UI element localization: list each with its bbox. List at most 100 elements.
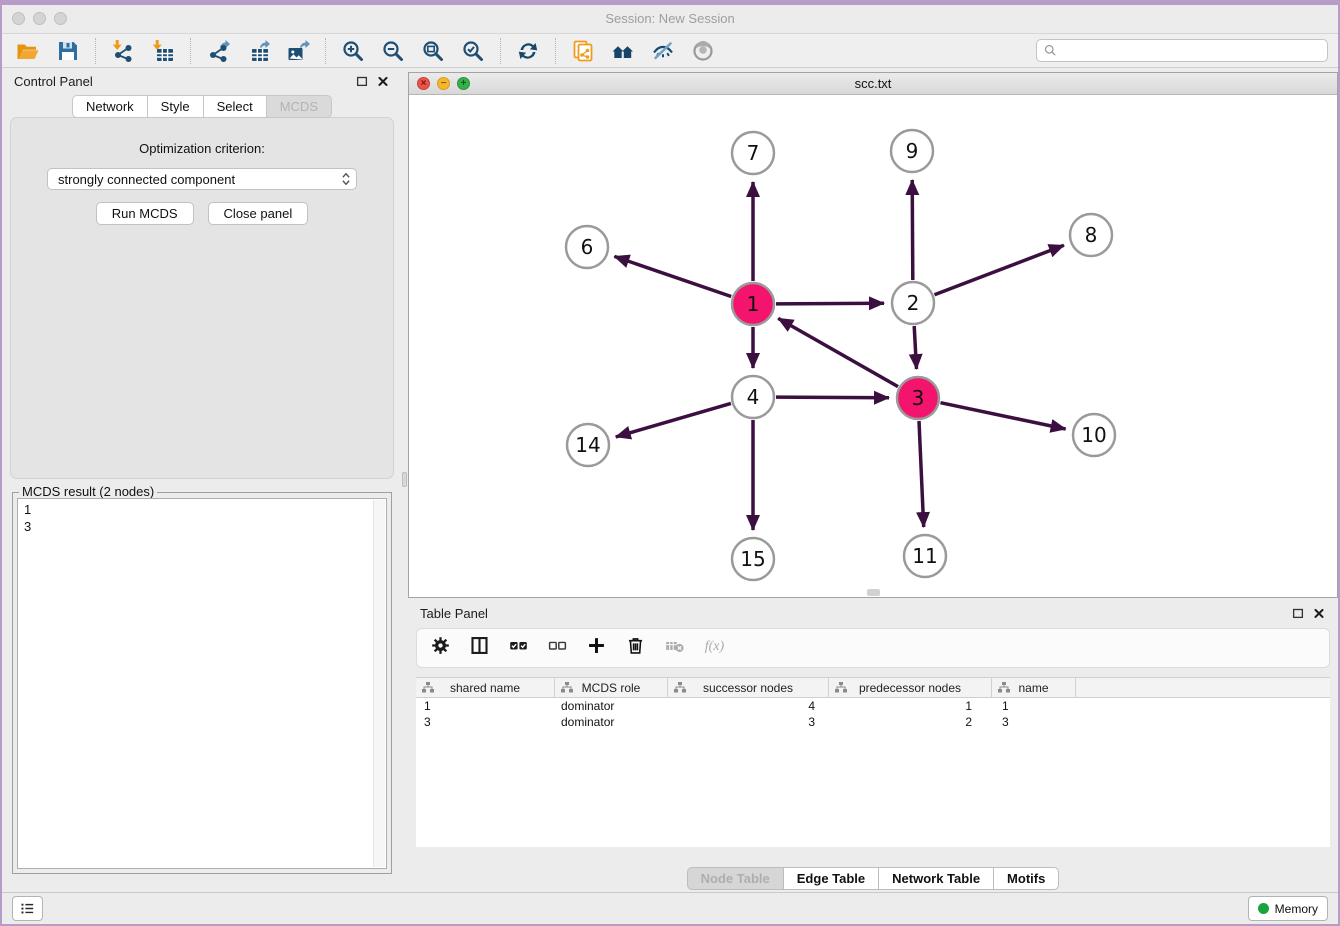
column-header-predecessor-nodes[interactable]: predecessor nodes: [829, 678, 992, 697]
node-1[interactable]: 1: [732, 283, 774, 325]
edge-2-9[interactable]: [912, 180, 913, 280]
eye-button[interactable]: [683, 36, 723, 66]
tab-edge-table[interactable]: Edge Table: [783, 867, 879, 890]
node-14[interactable]: 14: [567, 424, 609, 466]
node-4[interactable]: 4: [732, 376, 774, 418]
import-table-button[interactable]: [143, 36, 183, 66]
node-2[interactable]: 2: [892, 282, 934, 324]
column-header-successor-nodes[interactable]: successor nodes: [668, 678, 829, 697]
float-table-panel-icon[interactable]: [1290, 606, 1305, 621]
column-header-mcds-role[interactable]: MCDS role: [555, 678, 668, 697]
copy-network-button[interactable]: [563, 36, 603, 66]
zoom-in-button[interactable]: [333, 36, 373, 66]
edge-2-8[interactable]: [935, 245, 1064, 294]
edge-3-10[interactable]: [941, 403, 1066, 429]
add-plus-button[interactable]: [585, 637, 607, 659]
zoom-out-button[interactable]: [373, 36, 413, 66]
export-image-icon: [286, 39, 310, 63]
node-9[interactable]: 9: [891, 130, 933, 172]
deselect-all-checkboxes-button[interactable]: [546, 637, 568, 659]
node-3[interactable]: 3: [897, 377, 939, 419]
svg-text:3: 3: [912, 386, 925, 410]
network-canvas[interactable]: 1 2 3 4 6 7 8 9 10 11 14 15: [409, 95, 1337, 597]
close-panel-button[interactable]: Close panel: [208, 202, 309, 225]
table-row[interactable]: 3dominator323: [416, 714, 1330, 730]
close-table-panel-icon[interactable]: [1311, 606, 1326, 621]
search-input[interactable]: [1036, 39, 1328, 62]
open-folder-button[interactable]: [8, 36, 48, 66]
svg-text:6: 6: [581, 235, 594, 259]
tab-motifs[interactable]: Motifs: [993, 867, 1059, 890]
zoom-fit-button[interactable]: [413, 36, 453, 66]
column-tree-icon: [998, 682, 1010, 693]
column-tree-icon: [422, 682, 434, 693]
edge-1-6[interactable]: [614, 256, 731, 296]
memory-button[interactable]: Memory: [1248, 896, 1328, 921]
function-fx-button: f(x): [702, 637, 724, 659]
gear-button[interactable]: [429, 637, 451, 659]
column-layout-icon: [469, 635, 490, 661]
table-row[interactable]: 1dominator411: [416, 698, 1330, 714]
import-network-button[interactable]: [103, 36, 143, 66]
tab-node-table[interactable]: Node Table: [687, 867, 784, 890]
node-8[interactable]: 8: [1070, 214, 1112, 256]
tab-select[interactable]: Select: [203, 95, 267, 118]
splitter-grip[interactable]: [402, 472, 407, 487]
refresh-button[interactable]: [508, 36, 548, 66]
toolbar-buttons: [8, 34, 723, 67]
network-minimize-button[interactable]: −: [437, 77, 450, 90]
table-panel-header: Table Panel: [408, 600, 1338, 626]
vertical-splitter[interactable]: [402, 68, 408, 892]
edge-1-2[interactable]: [776, 303, 884, 304]
node-6[interactable]: 6: [566, 226, 608, 268]
tab-mcds[interactable]: MCDS: [266, 95, 332, 118]
export-network-button[interactable]: [198, 36, 238, 66]
column-header-name[interactable]: name: [992, 678, 1076, 697]
column-header-label: shared name: [450, 681, 520, 695]
network-maximize-button[interactable]: +: [457, 77, 470, 90]
table-header-row: shared name MCDS rolesuccessor nodesprede…: [416, 678, 1330, 698]
column-header-label: name: [1018, 681, 1048, 695]
float-panel-icon[interactable]: [354, 74, 369, 89]
zoom-selected-button[interactable]: [453, 36, 493, 66]
edge-3-1[interactable]: [778, 318, 898, 386]
run-mcds-button[interactable]: Run MCDS: [96, 202, 194, 225]
tab-network[interactable]: Network: [72, 95, 148, 118]
edge-4-3[interactable]: [776, 397, 889, 398]
task-history-button[interactable]: [12, 896, 43, 921]
result-scrollbar[interactable]: [373, 500, 385, 867]
close-panel-icon[interactable]: [375, 74, 390, 89]
trash-icon: [625, 635, 646, 661]
import-network-icon: [111, 39, 135, 63]
criterion-dropdown[interactable]: strongly connected component: [47, 168, 357, 190]
mcds-result-text[interactable]: 1 3: [17, 498, 387, 869]
svg-text:2: 2: [907, 291, 920, 315]
edge-3-11[interactable]: [919, 421, 924, 527]
edge-4-14[interactable]: [616, 403, 731, 437]
save-button[interactable]: [48, 36, 88, 66]
column-layout-button[interactable]: [468, 637, 490, 659]
export-table-button[interactable]: [238, 36, 278, 66]
trash-button[interactable]: [624, 637, 646, 659]
tab-network-table[interactable]: Network Table: [878, 867, 994, 890]
tab-style[interactable]: Style: [147, 95, 204, 118]
export-image-button[interactable]: [278, 36, 318, 66]
dropdown-stepper-icon: [340, 171, 352, 187]
svg-text:10: 10: [1081, 423, 1106, 447]
save-icon: [56, 39, 80, 63]
houses-button[interactable]: [603, 36, 643, 66]
network-close-button[interactable]: ×: [417, 77, 430, 90]
optimization-criterion-label: Optimization criterion:: [11, 141, 393, 156]
cell-predecessor-nodes: 1: [829, 699, 992, 713]
edge-2-3[interactable]: [914, 326, 916, 369]
node-11[interactable]: 11: [904, 535, 946, 577]
select-all-checkboxes-button[interactable]: [507, 637, 529, 659]
node-10[interactable]: 10: [1073, 414, 1115, 456]
zoom-in-icon: [341, 39, 365, 63]
column-header-shared-name[interactable]: shared name: [416, 678, 555, 697]
node-15[interactable]: 15: [732, 538, 774, 580]
table-body: 1dominator4113dominator323: [416, 698, 1330, 730]
node-7[interactable]: 7: [732, 132, 774, 174]
table-tabs: Node TableEdge TableNetwork TableMotifs: [408, 867, 1338, 890]
hide-eye-slash-button[interactable]: [643, 36, 683, 66]
